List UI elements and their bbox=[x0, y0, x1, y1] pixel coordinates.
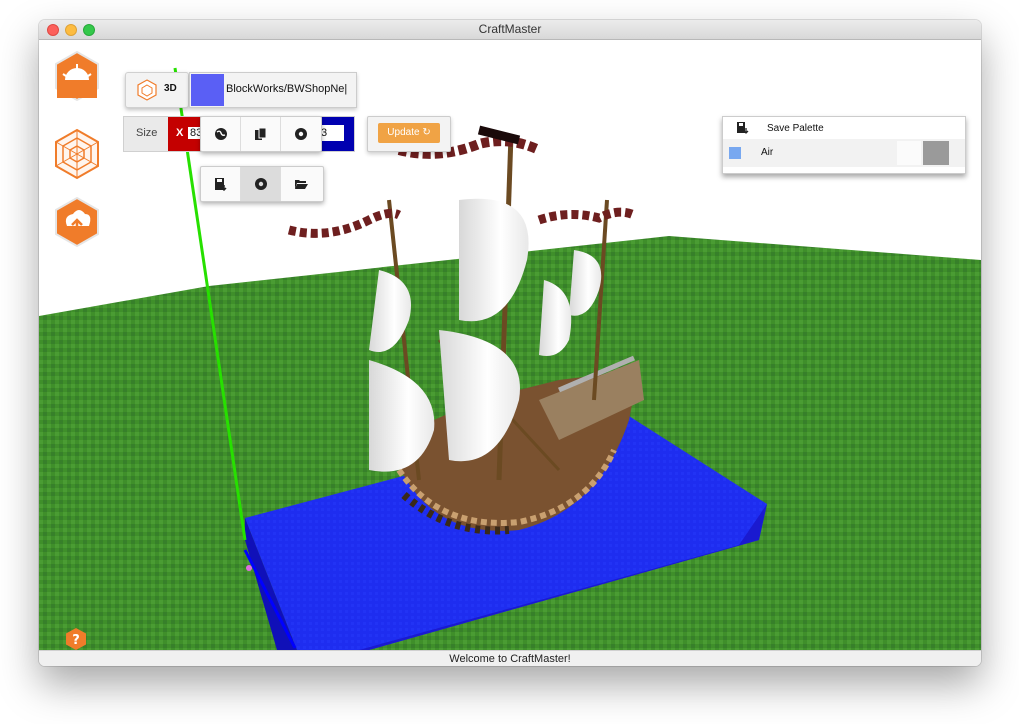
globe-icon bbox=[215, 128, 227, 140]
help-button[interactable]: ? bbox=[65, 627, 87, 650]
save-icon bbox=[737, 122, 749, 134]
window-title: CraftMaster bbox=[478, 22, 542, 36]
title-bar: CraftMaster bbox=[39, 20, 981, 40]
size-x-field[interactable]: X 83 bbox=[168, 117, 205, 151]
color-swatch[interactable] bbox=[191, 74, 224, 106]
upload-hex-icon[interactable] bbox=[53, 196, 101, 248]
minimize-window-button[interactable] bbox=[65, 24, 77, 36]
zoom-window-button[interactable] bbox=[83, 24, 95, 36]
svg-text:?: ? bbox=[72, 633, 80, 648]
sun-hex-icon[interactable] bbox=[53, 50, 101, 102]
palette-color-swatch bbox=[729, 147, 741, 159]
view-mode-button[interactable]: 3D bbox=[125, 72, 189, 108]
hex-logo-icon bbox=[137, 79, 157, 101]
status-message: Welcome to CraftMaster! bbox=[449, 653, 571, 665]
copy-icon bbox=[255, 127, 267, 140]
save-palette-button[interactable]: Save Palette bbox=[723, 117, 965, 139]
size-x-key: X bbox=[176, 127, 184, 139]
save-button[interactable] bbox=[201, 167, 241, 201]
schematic-path[interactable]: BlockWorks/BWShopNe| bbox=[226, 83, 354, 95]
folder-open-icon bbox=[295, 180, 308, 189]
save-palette-label: Save Palette bbox=[767, 123, 824, 134]
update-panel: Update ↻ bbox=[367, 116, 451, 152]
question-hex-icon: ? bbox=[66, 628, 86, 650]
settings-button[interactable] bbox=[241, 167, 281, 201]
close-window-button[interactable] bbox=[47, 24, 59, 36]
open-folder-button[interactable] bbox=[281, 167, 321, 201]
palette-panel: Save Palette Air bbox=[722, 116, 966, 174]
size-label: Size bbox=[136, 127, 158, 139]
settings-cog-icon bbox=[255, 178, 267, 190]
block-selector[interactable]: BlockWorks/BWShopNe| bbox=[189, 72, 357, 108]
status-bar: Welcome to CraftMaster! bbox=[39, 650, 981, 666]
tools-strip bbox=[200, 166, 324, 202]
palette-entry[interactable]: Air bbox=[723, 139, 965, 167]
palette-gray-swatch[interactable] bbox=[923, 141, 949, 165]
globe-button[interactable] bbox=[201, 117, 241, 151]
view-mode-label: 3D bbox=[164, 83, 177, 94]
save-icon bbox=[215, 178, 227, 191]
app-window: CraftMaster 3D BlockWorks/BWShopNe| Size… bbox=[39, 20, 981, 666]
3d-viewport[interactable]: 3D BlockWorks/BWShopNe| Size X 83 3 Upda… bbox=[39, 40, 981, 650]
copy-button[interactable] bbox=[241, 117, 281, 151]
palette-entry-name: Air bbox=[761, 147, 774, 158]
palette-white-swatch[interactable] bbox=[897, 141, 921, 165]
gear-button[interactable] bbox=[281, 117, 321, 151]
gear-icon bbox=[295, 128, 307, 140]
web-hex-icon[interactable] bbox=[53, 128, 101, 180]
export-popup bbox=[200, 116, 322, 152]
update-button[interactable]: Update ↻ bbox=[378, 123, 440, 143]
